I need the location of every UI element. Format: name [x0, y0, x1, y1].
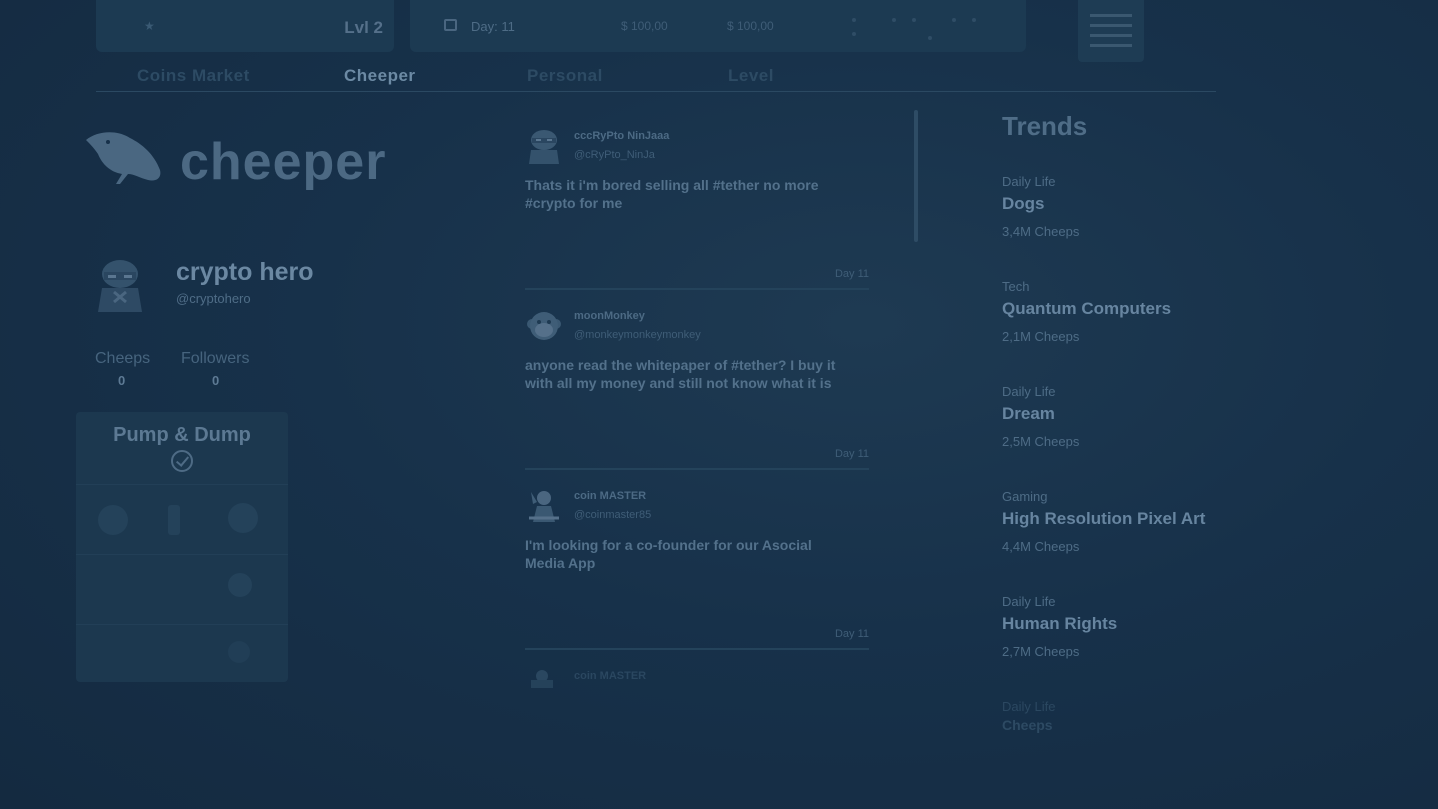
- trend-item[interactable]: Gaming High Resolution Pixel Art 4,4M Ch…: [1002, 489, 1262, 589]
- top-hud: ★ Lvl 2 Day: 11 $ 100,00 $ 100,00: [0, 0, 1438, 62]
- trend-topic: Human Rights: [1002, 614, 1118, 633]
- monkey-avatar-icon: [527, 312, 561, 340]
- star-icon: ★: [144, 19, 155, 33]
- cheep-date: Day 11: [834, 268, 869, 280]
- cheep-author[interactable]: coin MASTER: [574, 490, 646, 502]
- menu-icon[interactable]: [1078, 0, 1144, 62]
- trend-count: 4,4M Cheeps: [1002, 539, 1080, 554]
- coin-master-avatar-icon: [529, 491, 559, 522]
- followers-label: Followers: [181, 350, 250, 367]
- ninja-avatar-icon[interactable]: [96, 258, 144, 312]
- hud-indicators: [850, 12, 1000, 42]
- cheep-post[interactable]: cccRyPto NinJaaa @cRyPto_NinJa Thats it …: [525, 128, 869, 290]
- pump-dump-title: Pump & Dump: [113, 424, 251, 446]
- trend-topic: Cheeps: [1002, 717, 1053, 733]
- pump-dump-card[interactable]: Pump & Dump: [76, 412, 288, 682]
- level-label: Lvl 2: [344, 18, 383, 37]
- trend-item[interactable]: Daily Life Human Rights 2,7M Cheeps: [1002, 594, 1262, 694]
- tab-level[interactable]: Level: [728, 66, 774, 86]
- coin-icon: [228, 503, 258, 533]
- cheeper-wordmark: cheeper: [180, 133, 387, 191]
- trends-title: Trends: [1002, 111, 1088, 141]
- coin-icon: [168, 505, 180, 535]
- trend-category: Daily Life: [1002, 594, 1056, 609]
- pump-dump-row[interactable]: [76, 484, 288, 552]
- trend-topic: High Resolution Pixel Art: [1002, 509, 1206, 528]
- cheep-handle: @coinmaster85: [574, 509, 652, 521]
- feed-scrollbar[interactable]: [914, 110, 918, 242]
- trend-category: Daily Life: [1002, 384, 1056, 399]
- cheep-text: Thats it i'm bored selling all #tether n…: [525, 177, 819, 211]
- cheep-handle: @monkeymonkeymonkey: [574, 329, 701, 341]
- profile-name: crypto hero: [176, 258, 314, 286]
- followers-count: 0: [212, 373, 220, 388]
- coin-icon: [98, 505, 128, 535]
- trend-item[interactable]: Daily Life Dogs 3,4M Cheeps: [1002, 174, 1262, 274]
- ninja-avatar-icon: [529, 130, 559, 164]
- trend-topic: Dream: [1002, 404, 1055, 423]
- trend-item[interactable]: Tech Quantum Computers 2,1M Cheeps: [1002, 279, 1262, 379]
- cheep-post[interactable]: moonMonkey @monkeymonkeymonkey anyone re…: [525, 308, 869, 470]
- tab-personal[interactable]: Personal: [527, 66, 603, 86]
- cheep-text: anyone read the whitepaper of #tether? I…: [525, 357, 836, 391]
- calendar-icon: [444, 19, 457, 31]
- cheeps-count: 0: [118, 373, 126, 388]
- level-panel: ★ Lvl 2: [96, 0, 394, 52]
- pump-dump-row[interactable]: [76, 554, 288, 622]
- cheep-author[interactable]: moonMonkey: [574, 310, 645, 322]
- main-tabs: Coins Market Cheeper Personal Level: [96, 62, 1216, 92]
- money-balance: $ 100,00: [621, 19, 668, 33]
- profile-handle: @cryptohero: [176, 291, 251, 306]
- trend-count: 2,1M Cheeps: [1002, 329, 1080, 344]
- trend-category: Tech: [1002, 279, 1030, 294]
- trend-item[interactable]: Daily Life Dream 2,5M Cheeps: [1002, 384, 1262, 484]
- trend-count: 2,7M Cheeps: [1002, 644, 1080, 659]
- trend-category: Daily Life: [1002, 699, 1056, 714]
- cheeps-label: Cheeps: [95, 350, 151, 367]
- tab-coins-market[interactable]: Coins Market: [137, 66, 250, 86]
- cheep-author[interactable]: cccRyPto NinJaaa: [574, 130, 669, 142]
- trend-category: Daily Life: [1002, 174, 1056, 189]
- cheep-date: Day 11: [834, 448, 869, 460]
- trend-topic: Dogs: [1002, 194, 1045, 213]
- cheep-date: Day 11: [834, 628, 869, 640]
- coin-icon: [228, 641, 250, 663]
- trend-topic: Quantum Computers: [1002, 299, 1172, 318]
- cheep-text: I'm looking for a co-founder for our Aso…: [525, 537, 812, 571]
- cheep-handle: @cRyPto_NinJa: [574, 149, 655, 161]
- pump-dump-row[interactable]: [76, 624, 288, 692]
- trend-category: Gaming: [1002, 489, 1048, 504]
- trend-item[interactable]: Daily Life Cheeps: [1002, 699, 1262, 799]
- trend-count: 3,4M Cheeps: [1002, 224, 1080, 239]
- coin-master-avatar-icon: [531, 670, 553, 688]
- bird-logo-icon: [86, 132, 161, 184]
- stats-panel: Day: 11 $ 100,00 $ 100,00: [410, 0, 1026, 52]
- tab-cheeper[interactable]: Cheeper: [344, 66, 416, 86]
- coin-icon: [228, 573, 252, 597]
- check-icon: [171, 450, 193, 472]
- day-counter: Day: 11: [471, 19, 515, 34]
- trend-count: 2,5M Cheeps: [1002, 434, 1080, 449]
- cheep-post-partial[interactable]: coin MASTER: [525, 668, 869, 698]
- money-net-worth: $ 100,00: [727, 19, 774, 33]
- cheep-post[interactable]: coin MASTER @coinmaster85 I'm looking fo…: [525, 488, 869, 650]
- cheep-author[interactable]: coin MASTER: [574, 670, 646, 682]
